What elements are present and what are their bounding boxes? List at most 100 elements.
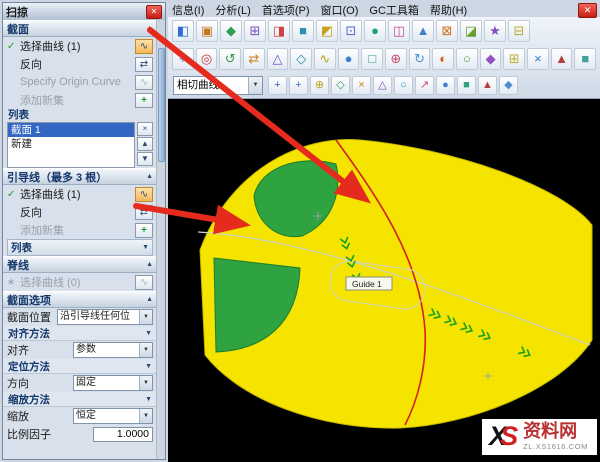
align-method-header[interactable]: 对齐方法 ▼ bbox=[3, 326, 157, 341]
toolbar-icon[interactable]: ⊞ bbox=[503, 48, 525, 70]
toolbar-icon[interactable]: ⊞ bbox=[244, 20, 266, 42]
toolbar-icon[interactable]: + bbox=[172, 48, 194, 70]
toolbar-icon[interactable]: ◇ bbox=[290, 48, 312, 70]
toolbar-icon[interactable]: × bbox=[527, 48, 549, 70]
orient-dropdown[interactable]: 固定 ▼ bbox=[73, 375, 153, 391]
toolbar-icon[interactable]: ↗ bbox=[415, 76, 434, 95]
toolbar-icon[interactable]: ⇄ bbox=[243, 48, 265, 70]
reverse-direction-button[interactable]: ⇄ bbox=[135, 57, 153, 72]
watermark-logo: X S bbox=[489, 423, 518, 450]
menu-info[interactable]: 信息(I) bbox=[172, 2, 204, 17]
toolbar-icon[interactable]: △ bbox=[267, 48, 289, 70]
align-dropdown[interactable]: 参数 ▼ bbox=[73, 342, 153, 358]
toolbar-icon[interactable]: ⊟ bbox=[508, 20, 530, 42]
group-header-options[interactable]: 截面选项 ▲ bbox=[3, 291, 157, 308]
toolbar-icon[interactable]: ■ bbox=[457, 76, 476, 95]
toolbar-icon[interactable]: △ bbox=[373, 76, 392, 95]
watermark-logo-s: S bbox=[500, 423, 518, 450]
optional-star-icon: ∗ bbox=[7, 277, 17, 288]
toolbar-icon[interactable]: ◎ bbox=[196, 48, 218, 70]
toolbar-icon[interactable]: ▲ bbox=[551, 48, 573, 70]
scale-factor-input[interactable] bbox=[93, 427, 153, 442]
move-up-button[interactable]: ▲ bbox=[137, 137, 153, 151]
group-header-guides[interactable]: 引导线（最多 3 根） ▲ bbox=[3, 168, 157, 185]
toolbar-icon[interactable]: ◫ bbox=[388, 20, 410, 42]
toolbar-icon[interactable]: ↻ bbox=[409, 48, 431, 70]
toolbar-icon[interactable]: ⊕ bbox=[310, 76, 329, 95]
remove-item-button[interactable]: × bbox=[137, 122, 153, 136]
toolbar-icon[interactable]: ⊕ bbox=[385, 48, 407, 70]
window-close-button[interactable]: ✕ bbox=[578, 3, 597, 18]
guides-add-set-button[interactable]: + bbox=[135, 223, 153, 238]
toolbar-icon[interactable]: ⊠ bbox=[436, 20, 458, 42]
menu-analysis[interactable]: 分析(L) bbox=[215, 2, 250, 17]
section-list-item[interactable]: 截面 1 bbox=[8, 123, 134, 137]
spine-select-curve-button[interactable]: ∿ bbox=[135, 275, 153, 290]
collapse-icon: ▲ bbox=[146, 261, 153, 268]
section-position-dropdown[interactable]: 沿引导线任何位 ▼ bbox=[57, 309, 153, 325]
toolbar-icon[interactable]: ● bbox=[338, 48, 360, 70]
toolbar-icon[interactable]: ◆ bbox=[499, 76, 518, 95]
orient-method-header[interactable]: 定位方法 ▼ bbox=[3, 359, 157, 374]
dialog-title-bar[interactable]: 扫掠 ✕ bbox=[3, 3, 165, 21]
toolbar-icon[interactable]: ◇ bbox=[331, 76, 350, 95]
toolbar-icon[interactable]: ◪ bbox=[460, 20, 482, 42]
dialog-close-button[interactable]: ✕ bbox=[146, 5, 162, 19]
toolbar-icon[interactable]: ◨ bbox=[268, 20, 290, 42]
guides-select-curve-button[interactable]: ∿ bbox=[135, 187, 153, 202]
scale-method-header[interactable]: 缩放方法 ▼ bbox=[3, 392, 157, 407]
collapse-icon: ▲ bbox=[146, 25, 153, 32]
group-header-spine[interactable]: 脊线 ▲ bbox=[3, 256, 157, 273]
menu-help[interactable]: 帮助(H) bbox=[430, 2, 467, 17]
scale-dropdown[interactable]: 恒定 ▼ bbox=[73, 408, 153, 424]
select-curve-button[interactable]: ∿ bbox=[135, 39, 153, 54]
move-down-button[interactable]: ▼ bbox=[137, 152, 153, 166]
toolbar-icon[interactable]: ○ bbox=[456, 48, 478, 70]
toolbar-icon[interactable]: ↺ bbox=[219, 48, 241, 70]
chevron-down-icon: ▼ bbox=[139, 310, 152, 324]
menu-preferences[interactable]: 首选项(P) bbox=[262, 2, 310, 17]
collapse-icon: ▲ bbox=[146, 173, 153, 180]
toolbar-icon[interactable]: □ bbox=[361, 48, 383, 70]
toolbar-icon[interactable]: ■ bbox=[574, 48, 596, 70]
toolbar-icon[interactable]: ▲ bbox=[412, 20, 434, 42]
scale-row: 缩放 恒定 ▼ bbox=[3, 407, 157, 425]
toolbar-icon[interactable]: ▲ bbox=[478, 76, 497, 95]
guides-reverse-row: 反向 ⇄ bbox=[3, 203, 157, 221]
toolbar-icon[interactable]: + bbox=[289, 76, 308, 95]
chevron-down-icon[interactable]: ▼ bbox=[248, 77, 262, 94]
toolbar-icon[interactable]: + bbox=[268, 76, 287, 95]
toolbar-icon[interactable]: ◆ bbox=[220, 20, 242, 42]
toolbar-icon[interactable]: ◐ bbox=[432, 48, 454, 70]
toolbar-icon[interactable]: ◆ bbox=[480, 48, 502, 70]
chevron-down-icon: ▼ bbox=[145, 363, 152, 370]
toolbar-icon[interactable]: ◩ bbox=[316, 20, 338, 42]
chevron-down-icon: ▼ bbox=[139, 409, 152, 423]
section-list-item[interactable]: 新建 bbox=[8, 137, 134, 151]
dialog-scrollbar[interactable] bbox=[156, 20, 165, 459]
toolbar-icon[interactable]: ▣ bbox=[196, 20, 218, 42]
menu-window[interactable]: 窗口(O) bbox=[321, 2, 359, 17]
specify-origin-button[interactable]: ∿ bbox=[135, 75, 153, 90]
toolbar-icon[interactable]: ● bbox=[364, 20, 386, 42]
add-new-set-button[interactable]: + bbox=[135, 93, 153, 108]
curve-rule-value: 相切曲线 bbox=[174, 77, 248, 94]
section-add-set-row: 添加新集 + bbox=[3, 91, 157, 109]
group-header-section[interactable]: 截面 ▲ bbox=[3, 20, 157, 37]
menu-gc-toolbox[interactable]: GC工具箱 bbox=[369, 2, 419, 17]
toolbar-icon[interactable]: ● bbox=[436, 76, 455, 95]
curve-rule-combobox[interactable]: 相切曲线 ▼ bbox=[173, 76, 263, 95]
scrollbar-thumb[interactable] bbox=[158, 48, 165, 162]
toolbar-icon[interactable]: ◧ bbox=[172, 20, 194, 42]
graphics-viewport[interactable]: Guide 1 X S 资料网 ZL.XS1616.COM bbox=[168, 98, 600, 462]
toolbar-icon[interactable]: × bbox=[352, 76, 371, 95]
guides-reverse-button[interactable]: ⇄ bbox=[135, 205, 153, 220]
toolbar-icon[interactable]: ○ bbox=[394, 76, 413, 95]
toolbar-icon[interactable]: ⊡ bbox=[340, 20, 362, 42]
toolbar-icon[interactable]: ∿ bbox=[314, 48, 336, 70]
dialog-title: 扫掠 bbox=[6, 4, 28, 20]
toolbar-icon[interactable]: ★ bbox=[484, 20, 506, 42]
section-list[interactable]: 截面 1新建 bbox=[7, 122, 135, 168]
toolbar-icon[interactable]: ■ bbox=[292, 20, 314, 42]
guides-list-bar[interactable]: 列表 ▼ bbox=[7, 239, 153, 256]
